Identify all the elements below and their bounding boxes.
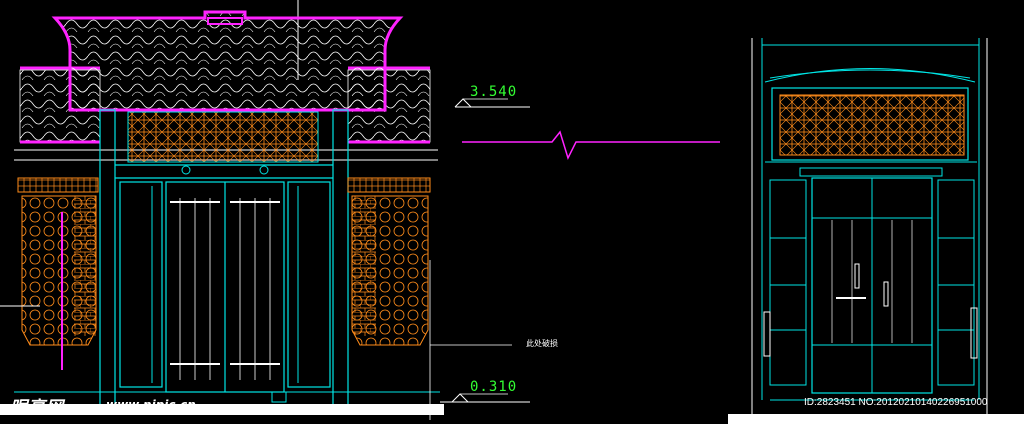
watermark-url: www.nipic.cn [106, 398, 196, 412]
elevation-label-bottom: 0.310 [470, 379, 518, 395]
side-elevation-drawing [751, 38, 988, 424]
elevation-marker-top [454, 98, 530, 108]
front-elevation-drawing [0, 0, 512, 420]
watermark-logo: 昵享网 [10, 398, 64, 418]
elevation-label-top: 3.540 [470, 84, 518, 100]
watermark-id-stamp: ID:2823451 NO:20120210140226951000 [804, 397, 988, 408]
watermark-bar-right [728, 414, 1024, 424]
damage-note: 此处破损 [526, 339, 558, 348]
watermark-bar-left [0, 404, 444, 415]
elevation-marker-bottom [440, 393, 530, 403]
cad-drawing-canvas[interactable] [0, 0, 1024, 424]
break-line [462, 130, 720, 161]
